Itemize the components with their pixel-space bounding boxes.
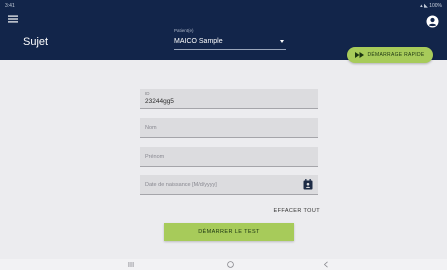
birthdate-field-placeholder: Date de naissance [M/d/yyyy]	[145, 181, 217, 188]
back-icon[interactable]	[323, 261, 329, 268]
system-nav-bar	[0, 259, 447, 270]
quick-start-button[interactable]: DÉMARRAGE RAPIDE	[347, 47, 433, 63]
nom-field[interactable]: Nom	[140, 118, 318, 138]
id-field-value: 23244gg5	[145, 98, 174, 105]
recent-apps-icon[interactable]	[128, 262, 134, 267]
nom-field-placeholder: Nom	[145, 124, 157, 131]
id-field-label: ID	[145, 91, 150, 96]
prenom-field[interactable]: Prénom	[140, 147, 318, 167]
patient-select-value: MAICO Sample	[174, 38, 223, 45]
quick-start-label: DÉMARRAGE RAPIDE	[367, 52, 425, 58]
status-time: 3:41	[5, 3, 15, 9]
page-title: Sujet	[23, 36, 49, 48]
status-bar: 3:41 ▴ ◣ 100%	[0, 0, 447, 12]
birthdate-field[interactable]: Date de naissance [M/d/yyyy]	[140, 175, 318, 195]
menu-icon[interactable]	[8, 14, 18, 24]
prenom-field-placeholder: Prénom	[145, 153, 165, 160]
clear-all-button[interactable]: EFFACER TOUT	[262, 208, 320, 218]
status-indicators: ▴ ◣ 100%	[420, 3, 442, 9]
calendar-icon[interactable]	[303, 179, 313, 190]
patient-select-label: Patient(e)	[174, 28, 194, 33]
start-test-label: DÉMARRER LE TEST	[198, 229, 260, 235]
patient-select[interactable]: Patient(e) MAICO Sample	[174, 26, 286, 50]
fast-forward-icon	[355, 52, 365, 58]
chevron-down-icon	[280, 40, 284, 43]
account-icon[interactable]	[426, 15, 439, 28]
start-test-button[interactable]: DÉMARRER LE TEST	[164, 223, 294, 241]
id-field[interactable]: ID 23244gg5	[140, 89, 318, 109]
home-icon[interactable]	[227, 261, 234, 268]
